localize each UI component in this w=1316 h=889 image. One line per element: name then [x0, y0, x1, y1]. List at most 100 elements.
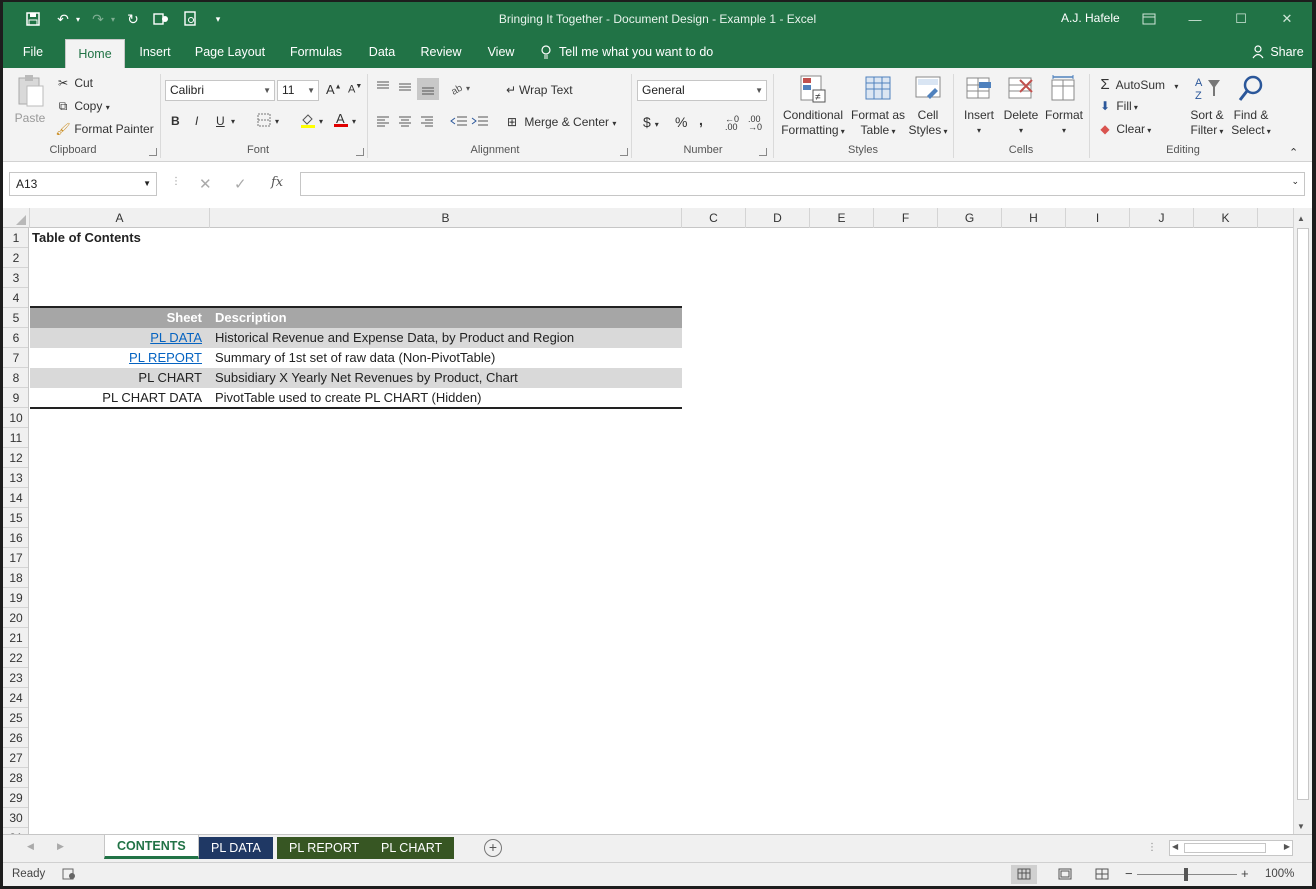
fill-button[interactable]: ⬇ Fill ▾ — [1097, 99, 1138, 113]
row-header[interactable]: 30 — [3, 808, 28, 828]
tab-home[interactable]: Home — [65, 39, 125, 68]
share-person-icon[interactable] — [1251, 36, 1265, 68]
user-name[interactable]: A.J. Hafele — [1061, 11, 1120, 25]
sort-filter-button[interactable]: AZ Sort & Filter ▾ — [1187, 74, 1227, 139]
column-header-a[interactable]: A — [30, 208, 210, 228]
worksheet-grid[interactable]: Table of Contents Sheet Description PL D… — [30, 228, 1293, 834]
column-header-i[interactable]: I — [1066, 208, 1130, 228]
next-sheet-icon[interactable]: ▶ — [57, 841, 64, 852]
accounting-format-icon[interactable]: $ ▾ — [643, 114, 659, 130]
align-center-icon[interactable] — [397, 114, 413, 131]
collapse-ribbon-icon[interactable]: ⌃ — [1289, 146, 1298, 159]
tab-insert[interactable]: Insert — [133, 36, 177, 68]
row-header[interactable]: 14 — [3, 488, 28, 508]
copy-button[interactable]: ⧉ Copy ▾ — [55, 99, 110, 114]
column-header-j[interactable]: J — [1130, 208, 1194, 228]
share-button[interactable]: Share — [1269, 36, 1305, 68]
row-header[interactable]: 11 — [3, 428, 28, 448]
row-header[interactable]: 5 — [3, 308, 28, 328]
column-header-k[interactable]: K — [1194, 208, 1258, 228]
row-header[interactable]: 29 — [3, 788, 28, 808]
increase-indent-icon[interactable] — [471, 114, 489, 131]
minimize-icon[interactable]: — — [1173, 6, 1217, 32]
delete-cells-button[interactable]: Delete ▾ — [1001, 74, 1041, 138]
confirm-entry-icon[interactable]: ✓ — [234, 175, 247, 193]
tab-data[interactable]: Data — [363, 36, 401, 68]
row-header[interactable]: 1 — [3, 228, 28, 248]
underline-dropdown-icon[interactable]: ▾ — [231, 117, 235, 126]
sheet-tab-pl-data[interactable]: PL DATA — [199, 837, 273, 859]
page-layout-view-icon[interactable] — [1058, 868, 1072, 883]
tab-page-layout[interactable]: Page Layout — [189, 36, 271, 68]
cancel-entry-icon[interactable]: ✕ — [199, 175, 212, 193]
normal-view-icon[interactable] — [1011, 865, 1037, 884]
column-header-f[interactable]: F — [874, 208, 938, 228]
row-header[interactable]: 12 — [3, 448, 28, 468]
link-pl-data[interactable]: PL DATA — [30, 328, 202, 348]
row-header[interactable]: 24 — [3, 688, 28, 708]
row-header[interactable]: 25 — [3, 708, 28, 728]
font-launcher-icon[interactable] — [356, 148, 364, 156]
sheet-tab-pl-report[interactable]: PL REPORT — [277, 837, 372, 859]
decrease-font-icon[interactable]: A▼ — [348, 83, 362, 96]
font-color-icon[interactable]: A — [333, 111, 349, 131]
insert-function-icon[interactable]: fx — [271, 175, 283, 190]
tab-split-handle[interactable]: ⋮ — [1147, 842, 1157, 853]
alignment-launcher-icon[interactable] — [620, 148, 628, 156]
vertical-scrollbar[interactable]: ▲ ▼ — [1293, 208, 1312, 834]
vertical-scroll-thumb[interactable] — [1297, 228, 1309, 800]
tab-formulas[interactable]: Formulas — [283, 36, 349, 68]
format-painter-button[interactable]: 🖌 Format Painter — [55, 122, 153, 136]
formula-input[interactable]: ⌄ — [300, 172, 1305, 196]
row-header[interactable]: 9 — [3, 388, 28, 408]
link-pl-report[interactable]: PL REPORT — [30, 348, 202, 368]
tab-view[interactable]: View — [481, 36, 521, 68]
row-header[interactable]: 8 — [3, 368, 28, 388]
align-left-icon[interactable] — [375, 114, 391, 131]
font-size-select[interactable]: 11 ▼ — [277, 80, 319, 101]
row-header[interactable]: 21 — [3, 628, 28, 648]
bold-button[interactable]: B — [171, 114, 180, 128]
number-format-select[interactable]: General ▼ — [637, 80, 767, 101]
orientation-icon[interactable]: ab ▾ — [449, 81, 472, 98]
percent-style-icon[interactable]: % — [675, 114, 687, 130]
format-as-table-button[interactable]: Format as Table ▾ — [847, 74, 909, 139]
conditional-formatting-button[interactable]: ≠ Conditional Formatting ▾ — [781, 74, 845, 139]
paste-button[interactable]: Paste — [13, 74, 47, 125]
cell-styles-button[interactable]: Cell Styles ▾ — [905, 74, 951, 139]
wrap-text-button[interactable]: ↵ Wrap Text — [503, 83, 573, 97]
font-name-select[interactable]: Calibri ▼ — [165, 80, 275, 101]
find-select-button[interactable]: Find & Select ▾ — [1229, 74, 1273, 139]
scroll-left-icon[interactable]: ◀ — [1172, 842, 1178, 851]
row-header[interactable]: 13 — [3, 468, 28, 488]
row-header[interactable]: 27 — [3, 748, 28, 768]
tell-me-search[interactable]: Tell me what you want to do — [559, 36, 719, 68]
increase-font-icon[interactable]: A▲ — [326, 82, 342, 97]
row-header[interactable]: 3 — [3, 268, 28, 288]
new-sheet-icon[interactable]: + — [484, 839, 502, 857]
format-cells-button[interactable]: Format ▾ — [1043, 74, 1085, 138]
row-header[interactable]: 26 — [3, 728, 28, 748]
fill-color-icon[interactable] — [300, 112, 316, 131]
column-header-h[interactable]: H — [1002, 208, 1066, 228]
row-header[interactable]: 6 — [3, 328, 28, 348]
column-header-b[interactable]: B — [210, 208, 682, 228]
clear-button[interactable]: ◆ Clear ▾ — [1097, 122, 1151, 136]
scroll-up-icon[interactable]: ▲ — [1297, 214, 1305, 223]
row-header[interactable]: 28 — [3, 768, 28, 788]
row-header[interactable]: 15 — [3, 508, 28, 528]
decrease-indent-icon[interactable] — [450, 114, 468, 131]
autosum-button[interactable]: Σ AutoSum ▾ — [1097, 76, 1178, 93]
borders-icon[interactable] — [257, 113, 271, 130]
align-bottom-icon[interactable] — [417, 78, 439, 100]
maximize-icon[interactable]: ☐ — [1219, 6, 1263, 32]
sheet-tab-contents[interactable]: CONTENTS — [104, 835, 199, 859]
tab-file[interactable]: File — [11, 36, 55, 68]
scroll-down-icon[interactable]: ▼ — [1297, 822, 1305, 831]
row-header[interactable]: 17 — [3, 548, 28, 568]
column-header-c[interactable]: C — [682, 208, 746, 228]
close-icon[interactable]: ✕ — [1265, 6, 1309, 32]
number-launcher-icon[interactable] — [759, 148, 767, 156]
column-header-g[interactable]: G — [938, 208, 1002, 228]
ribbon-display-icon[interactable] — [1127, 6, 1171, 32]
